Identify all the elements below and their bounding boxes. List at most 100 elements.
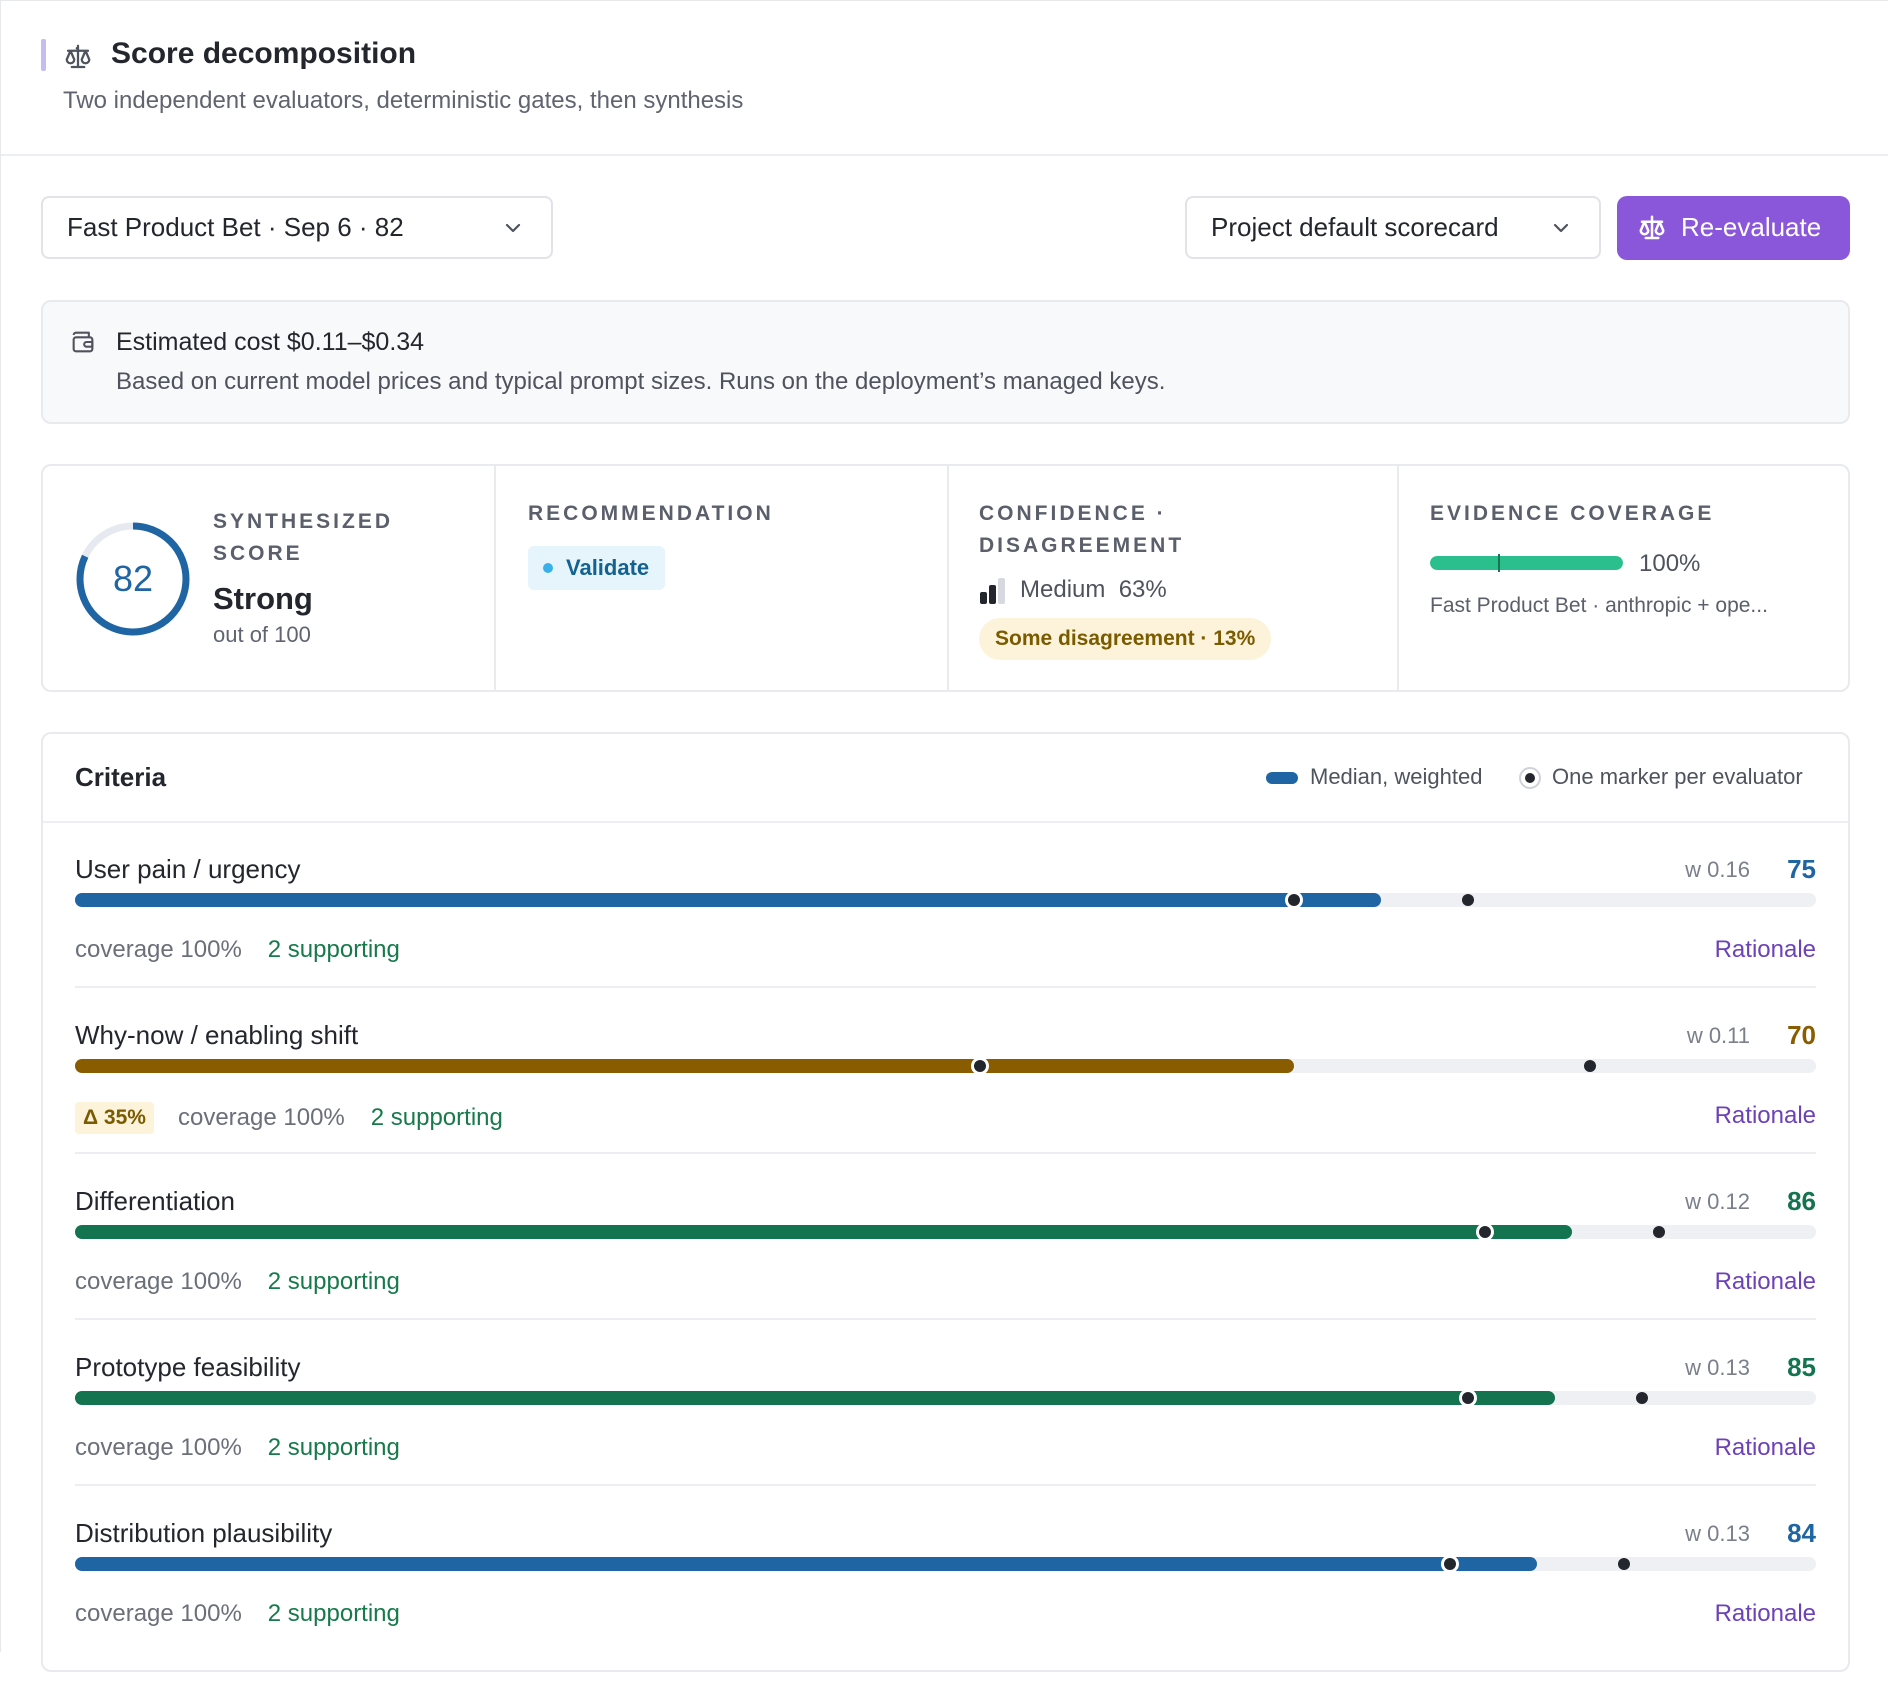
criterion-row: User pain / urgency w 0.16 75 coverage 100%… bbox=[75, 854, 1816, 1020]
rationale-link[interactable]: Rationale bbox=[1715, 1600, 1816, 1628]
criterion-name: Prototype feasibility bbox=[75, 1352, 301, 1382]
chevron-down-icon bbox=[1553, 223, 1569, 233]
wallet-icon bbox=[72, 331, 94, 353]
scorecard-select[interactable]: Project default scorecard bbox=[1185, 196, 1601, 259]
supporting-evidence-link[interactable]: 2 supporting bbox=[268, 1600, 400, 1628]
evaluator-marker bbox=[1618, 1558, 1631, 1570]
score-label: Strong bbox=[213, 581, 313, 616]
criterion-meta: coverage 100% 2 supporting bbox=[75, 1434, 400, 1462]
criterion-weight: w 0.13 bbox=[1685, 1521, 1750, 1546]
row-divider bbox=[75, 1152, 1816, 1154]
criterion-coverage: coverage 100% bbox=[75, 936, 242, 963]
criterion-score: 84 bbox=[1787, 1518, 1816, 1548]
synthesized-score-value: 82 bbox=[112, 558, 154, 599]
divider bbox=[947, 466, 949, 690]
criteria-header: Criteria Median, weighted One marker per… bbox=[43, 734, 1848, 823]
re-evaluate-label: Re-evaluate bbox=[1681, 212, 1822, 242]
accent-bar bbox=[41, 39, 46, 71]
legend-median-swatch bbox=[1266, 772, 1298, 784]
criterion-coverage: coverage 100% bbox=[75, 1434, 242, 1461]
criterion-name: User pain / urgency bbox=[75, 854, 301, 884]
criterion-score-bar bbox=[75, 891, 1816, 909]
criterion-meta: Δ 35% coverage 100% 2 supporting bbox=[75, 1102, 503, 1134]
legend-marker-label: One marker per evaluator bbox=[1552, 764, 1803, 789]
criterion-weight: w 0.16 bbox=[1685, 857, 1750, 882]
row-divider bbox=[75, 986, 1816, 988]
evaluator-marker bbox=[1653, 1226, 1666, 1238]
summary-stats: 82 SYNTHESIZED SCORE Strong out of 100 RE… bbox=[41, 464, 1850, 692]
recommendation-badge: Validate bbox=[528, 546, 666, 590]
scorecard-select-value: Project default scorecard bbox=[1211, 212, 1499, 242]
rationale-link[interactable]: Rationale bbox=[1715, 1268, 1816, 1296]
criterion-coverage: coverage 100% bbox=[75, 1600, 242, 1627]
criterion-score-bar bbox=[75, 1223, 1816, 1241]
criterion-score-fill bbox=[75, 1225, 1573, 1239]
scale-icon bbox=[65, 44, 91, 69]
criterion-name: Why-now / enabling shift bbox=[75, 1020, 359, 1050]
evidence-coverage-fill bbox=[1430, 556, 1623, 570]
criterion-score: 85 bbox=[1787, 1352, 1816, 1382]
criterion-score-fill bbox=[75, 1059, 1294, 1073]
criterion-row: Differentiation w 0.12 86 coverage 100% 2 su… bbox=[75, 1186, 1816, 1352]
evidence-source: Fast Product Bet · anthropic + ope... bbox=[1430, 594, 1768, 617]
page-subtitle: Two independent evaluators, deterministi… bbox=[63, 87, 744, 114]
supporting-evidence-link[interactable]: 2 supporting bbox=[268, 936, 400, 964]
evaluator-marker bbox=[1635, 1392, 1648, 1404]
coverage-tick bbox=[1498, 554, 1500, 572]
evidence-coverage-pct: 100% bbox=[1639, 550, 1701, 577]
recommendation-kicker: RECOMMENDATION bbox=[528, 502, 774, 525]
rationale-link[interactable]: Rationale bbox=[1715, 936, 1816, 964]
criterion-score-bar bbox=[75, 1555, 1816, 1573]
criterion-score: 75 bbox=[1787, 854, 1816, 884]
scale-icon bbox=[1639, 215, 1665, 240]
criterion-score-fill bbox=[75, 893, 1381, 907]
evaluator-marker bbox=[1458, 1389, 1477, 1407]
evaluator-marker bbox=[1284, 891, 1303, 909]
evaluator-marker bbox=[1461, 894, 1474, 906]
rationale-link[interactable]: Rationale bbox=[1715, 1434, 1816, 1462]
estimated-cost-panel: Estimated cost $0.11–$0.34 Based on curr… bbox=[41, 300, 1850, 424]
criterion-coverage: coverage 100% bbox=[75, 1268, 242, 1295]
evidence-kicker: EVIDENCE COVERAGE bbox=[1430, 502, 1715, 525]
criterion-meta: coverage 100% 2 supporting bbox=[75, 936, 400, 964]
criterion-score-bar bbox=[75, 1389, 1816, 1407]
rationale-link[interactable]: Rationale bbox=[1715, 1102, 1816, 1130]
confidence-value: Medium 63% bbox=[1020, 576, 1167, 603]
chevron-down-icon bbox=[505, 223, 521, 233]
legend-marker-swatch bbox=[1519, 767, 1541, 789]
evaluator-marker bbox=[1583, 1060, 1596, 1072]
criterion-row: Prototype feasibility w 0.13 85 coverage 10… bbox=[75, 1352, 1816, 1518]
status-dot bbox=[543, 563, 553, 573]
row-divider bbox=[75, 1318, 1816, 1320]
confidence-kicker: CONFIDENCE · DISAGREEMENT bbox=[979, 502, 1185, 557]
supporting-evidence-link[interactable]: 2 supporting bbox=[268, 1268, 400, 1296]
disagreement-badge: Some disagreement · 13% bbox=[979, 618, 1272, 660]
criterion-score: 86 bbox=[1787, 1186, 1816, 1216]
criterion-row: Why-now / enabling shift w 0.11 70 Δ 35% cov… bbox=[75, 1020, 1816, 1186]
divider bbox=[1397, 466, 1399, 690]
criterion-name: Differentiation bbox=[75, 1186, 235, 1216]
criterion-meta: coverage 100% 2 supporting bbox=[75, 1600, 400, 1628]
evidence-coverage-bar bbox=[1430, 556, 1623, 570]
supporting-evidence-link[interactable]: 2 supporting bbox=[371, 1104, 503, 1132]
criterion-name: Distribution plausibility bbox=[75, 1518, 333, 1548]
criterion-weight: w 0.13 bbox=[1685, 1355, 1750, 1380]
run-select[interactable]: Fast Product Bet · Sep 6 · 82 bbox=[41, 196, 553, 259]
card-header: Score decomposition Two independent eval… bbox=[1, 1, 1888, 156]
row-divider bbox=[75, 1484, 1816, 1486]
synthesized-score-kicker: SYNTHESIZED SCORE bbox=[213, 510, 394, 565]
supporting-evidence-link[interactable]: 2 supporting bbox=[268, 1434, 400, 1462]
criterion-coverage: coverage 100% bbox=[177, 1104, 345, 1131]
criteria-panel: Criteria Median, weighted One marker per… bbox=[41, 732, 1850, 1672]
cost-description: Based on current model prices and typica… bbox=[116, 368, 1166, 395]
criterion-row: Distribution plausibility w 0.13 84 coverag… bbox=[75, 1518, 1816, 1684]
divider bbox=[494, 466, 496, 690]
run-select-value: Fast Product Bet · Sep 6 · 82 bbox=[67, 212, 404, 242]
score-scale: out of 100 bbox=[213, 622, 311, 647]
criterion-weight: w 0.11 bbox=[1686, 1023, 1750, 1048]
signal-bars-icon bbox=[980, 578, 1005, 604]
criterion-score-fill bbox=[75, 1557, 1538, 1571]
re-evaluate-button[interactable]: Re-evaluate bbox=[1617, 196, 1850, 260]
score-decomposition-card: Score decomposition Two independent eval… bbox=[0, 0, 1888, 1672]
criterion-meta: coverage 100% 2 supporting bbox=[75, 1268, 400, 1296]
